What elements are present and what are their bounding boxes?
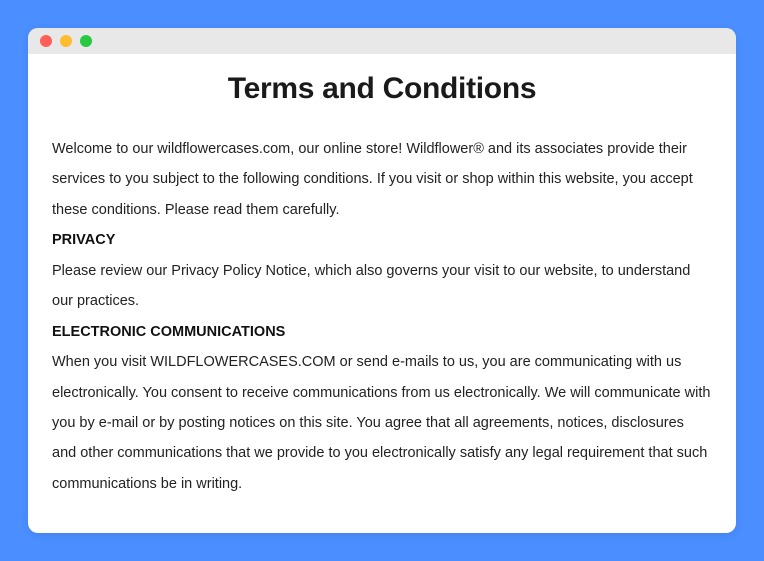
close-icon[interactable] — [40, 35, 52, 47]
section-heading: ELECTRONIC COMMUNICATIONS — [52, 317, 712, 347]
document-content: Terms and Conditions Welcome to our wild… — [28, 54, 736, 519]
section-heading: PRIVACY — [52, 225, 712, 255]
minimize-icon[interactable] — [60, 35, 72, 47]
section-body: Please review our Privacy Policy Notice,… — [52, 256, 712, 317]
page-title: Terms and Conditions — [52, 72, 712, 106]
window: Terms and Conditions Welcome to our wild… — [28, 28, 736, 533]
window-titlebar — [28, 28, 736, 54]
intro-paragraph: Welcome to our wildflowercases.com, our … — [52, 134, 712, 225]
section-body: When you visit WILDFLOWERCASES.COM or se… — [52, 347, 712, 499]
maximize-icon[interactable] — [80, 35, 92, 47]
